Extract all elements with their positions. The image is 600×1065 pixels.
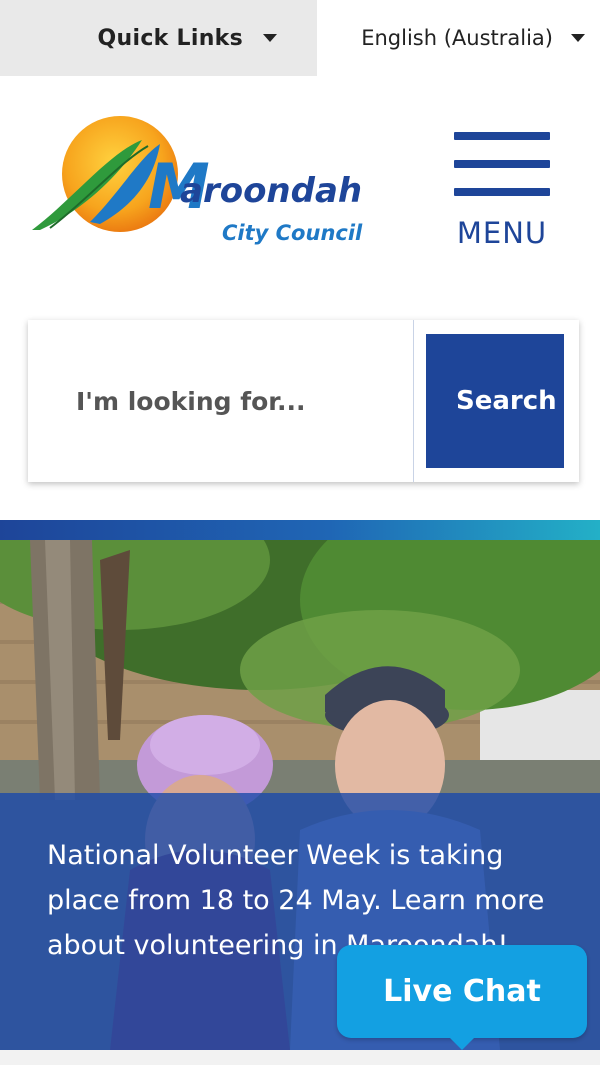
menu-label: MENU (456, 216, 548, 250)
chevron-down-icon (263, 34, 277, 42)
chat-bubble-tail-icon (450, 1038, 474, 1050)
gradient-divider (0, 520, 600, 540)
menu-button[interactable]: MENU (452, 128, 552, 253)
quick-links-label: Quick Links (97, 25, 243, 51)
chevron-down-icon (571, 34, 585, 42)
live-chat-label: Live Chat (383, 974, 541, 1009)
maroondah-logo[interactable]: M aroondah City Council (30, 112, 380, 252)
quick-links-dropdown[interactable]: Quick Links (0, 0, 317, 76)
language-selector[interactable]: English (Australia) (317, 0, 600, 76)
search-input[interactable] (28, 320, 413, 482)
logo-name: aroondah (180, 171, 362, 211)
search-box: Search (28, 320, 579, 482)
live-chat-button[interactable]: Live Chat (337, 945, 587, 1050)
logo-subtitle: City Council (222, 221, 363, 245)
search-button[interactable]: Search (426, 334, 564, 468)
bottom-band (0, 1050, 600, 1065)
search-divider (413, 320, 414, 482)
language-label: English (Australia) (361, 26, 553, 50)
top-bar: Quick Links English (Australia) (0, 0, 600, 76)
